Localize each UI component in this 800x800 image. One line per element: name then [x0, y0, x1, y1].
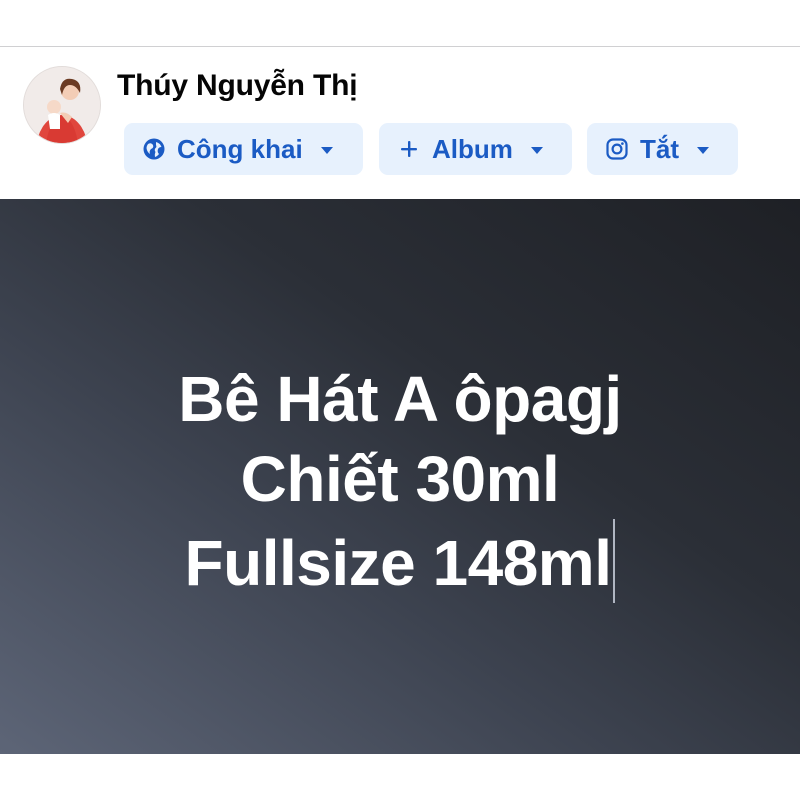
user-name: Thúy Nguyễn Thị: [117, 69, 358, 102]
post-text-line: Chiết 30ml: [240, 443, 560, 515]
album-label: Album: [432, 133, 513, 164]
globe-icon: [142, 137, 166, 161]
instagram-label: Tắt: [640, 133, 679, 164]
post-composer-screen: Thúy Nguyễn Thị Công khai Album Tắt Bê H…: [0, 0, 800, 800]
audience-selector-button[interactable]: Công khai: [124, 123, 363, 175]
post-text-line-last: Fullsize 148ml: [0, 519, 800, 603]
instagram-icon: [605, 137, 629, 161]
bottom-area: [0, 754, 800, 800]
text-cursor: [613, 519, 616, 603]
caret-down-icon: [530, 146, 543, 154]
audience-label: Công khai: [177, 133, 303, 164]
avatar[interactable]: [24, 67, 100, 143]
text-post-canvas[interactable]: Bê Hát A ôpagj Chiết 30ml Fullsize 148ml: [0, 199, 800, 754]
avatar-photo: [24, 67, 100, 143]
instagram-share-toggle[interactable]: Tắt: [587, 123, 738, 175]
caret-down-icon: [320, 146, 333, 154]
post-text-line: Bê Hát A ôpagj: [178, 363, 622, 435]
plus-icon: [397, 137, 421, 161]
post-text-line-content: Fullsize 148ml: [184, 527, 612, 599]
post-text-area[interactable]: Bê Hát A ôpagj Chiết 30ml Fullsize 148ml: [0, 359, 800, 603]
caret-down-icon: [697, 146, 709, 154]
album-selector-button[interactable]: Album: [379, 123, 572, 175]
composer-header: Thúy Nguyễn Thị Công khai Album Tắt: [0, 47, 800, 199]
